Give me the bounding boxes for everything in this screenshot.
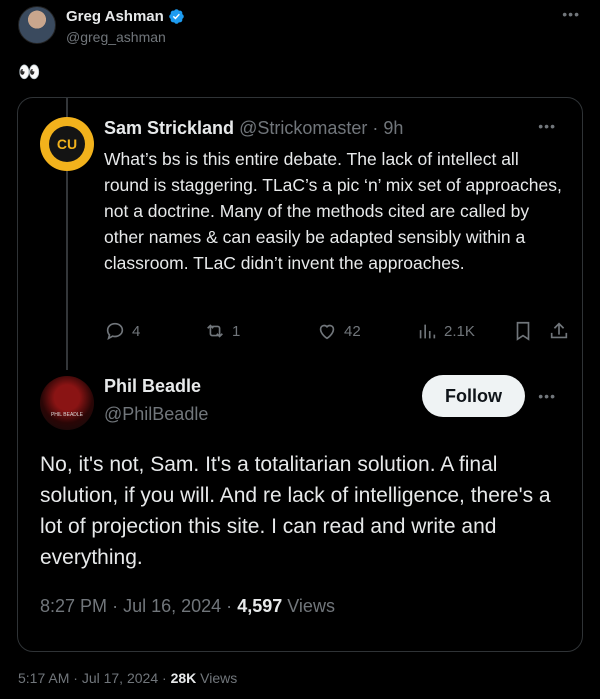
sam-tweet-header: Sam Strickland @Strickomaster · 9h	[104, 118, 403, 139]
phil-more-icon[interactable]: •••	[538, 388, 556, 404]
outer-author-name[interactable]: Greg Ashman	[66, 8, 164, 25]
like-button[interactable]: 42	[316, 320, 361, 342]
bookmark-button[interactable]	[512, 320, 534, 342]
repost-icon	[207, 324, 223, 338]
share-button[interactable]	[548, 320, 570, 342]
phil-tweet-text: No, it's not, Sam. It's a totalitarian s…	[40, 453, 551, 569]
sam-tweet-age[interactable]: 9h	[383, 118, 403, 138]
phil-views-label: Views	[287, 596, 335, 616]
separator-dot: ·	[226, 596, 233, 616]
heart-icon	[319, 324, 335, 340]
bar-chart-icon	[419, 324, 436, 339]
like-count: 42	[344, 322, 361, 340]
phil-author-handle[interactable]: @PhilBeadle	[104, 404, 208, 425]
outer-date[interactable]: Jul 17, 2024	[82, 670, 158, 686]
more-horizontal-icon[interactable]: •••	[562, 6, 580, 22]
separator-dot: ·	[112, 596, 119, 616]
views-count: 2.1K	[444, 322, 475, 340]
phil-tweet-meta: 8:27 PM · Jul 16, 2024 · 4,597 Views	[40, 596, 335, 617]
phil-avatar[interactable]: PHIL BEADLE	[40, 376, 94, 430]
reply-button[interactable]: 4	[104, 320, 140, 342]
reply-count: 4	[132, 322, 141, 340]
sam-more-icon[interactable]: •••	[538, 118, 556, 134]
phil-author-name[interactable]: Phil Beadle	[104, 376, 201, 397]
verified-badge-icon	[169, 9, 184, 24]
outer-author[interactable]: Greg Ashman	[66, 8, 185, 25]
sam-author-handle[interactable]: @Strickomaster	[239, 118, 367, 138]
phil-views-count: 4,597	[237, 596, 283, 616]
follow-button[interactable]: Follow	[422, 375, 525, 417]
views-button[interactable]: 2.1K	[416, 320, 475, 342]
sam-tweet-text: What’s bs is this entire debate. The lac…	[104, 149, 562, 273]
phil-avatar-caption: PHIL BEADLE	[50, 412, 84, 418]
repost-count: 1	[232, 322, 241, 340]
phil-time[interactable]: 8:27 PM	[40, 596, 107, 616]
phil-date[interactable]: Jul 16, 2024	[123, 596, 221, 616]
repost-button[interactable]: 1	[204, 320, 240, 342]
sam-author-name[interactable]: Sam Strickland	[104, 118, 234, 138]
separator-dot: ·	[73, 670, 78, 686]
bookmark-icon	[516, 321, 530, 341]
greg-avatar[interactable]	[18, 6, 56, 44]
outer-author-handle[interactable]: @greg_ashman	[66, 29, 166, 45]
sam-avatar[interactable]: CU	[40, 117, 94, 171]
outer-views-count: 28K	[170, 670, 197, 686]
separator-dot: ·	[372, 118, 379, 138]
separator-dot: ·	[162, 670, 167, 686]
quoted-thread-card[interactable]: CU Sam Strickland @Strickomaster · 9h ••…	[17, 97, 583, 652]
sam-action-bar: 4 1 42 2.1K	[104, 320, 568, 344]
sam-avatar-logo: CU	[49, 126, 85, 162]
outer-tweet-text: 👀	[18, 62, 41, 82]
share-icon	[550, 322, 568, 339]
outer-views-label: Views	[200, 670, 238, 686]
outer-tweet-meta: 5:17 AM · Jul 17, 2024 · 28K Views	[18, 670, 237, 686]
reply-icon	[106, 322, 124, 340]
outer-time[interactable]: 5:17 AM	[18, 670, 69, 686]
